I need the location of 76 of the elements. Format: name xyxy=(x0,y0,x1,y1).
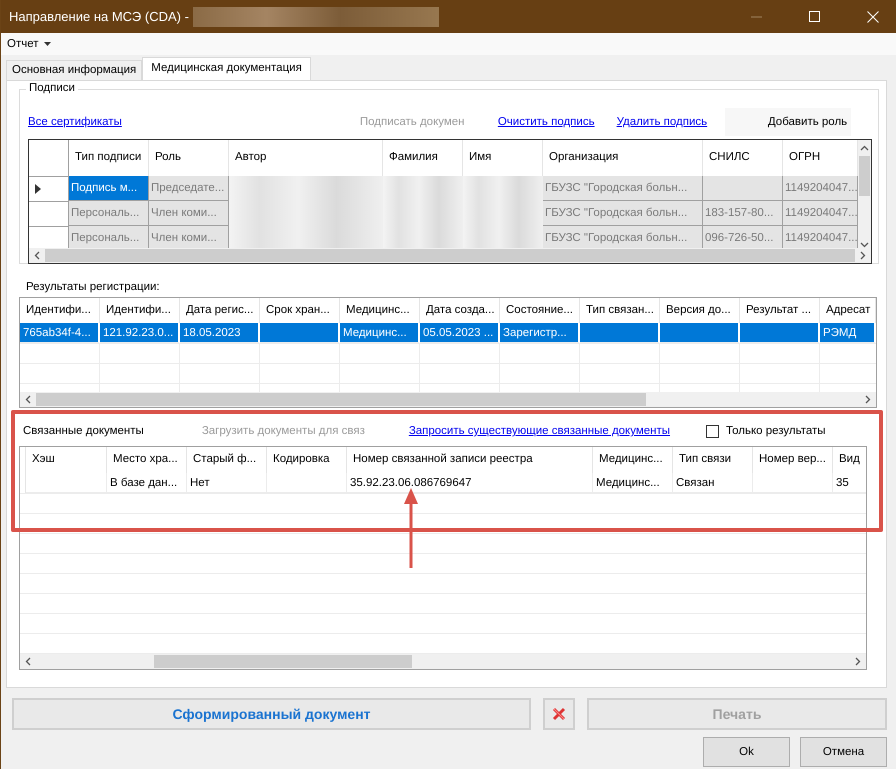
table-cell: В базе дан... xyxy=(107,473,187,493)
table-cell: 096-726-50... xyxy=(703,226,783,248)
table-cell: Зарегистр... xyxy=(500,323,580,343)
section-title: Результаты регистрации: xyxy=(25,280,161,293)
link[interactable]: Все сертификаты xyxy=(28,116,122,128)
table-cell: Медицинс... xyxy=(340,323,420,343)
column-header[interactable]: Место хра... xyxy=(107,447,187,473)
table-cell: 05.05.2023 ... xyxy=(420,323,500,343)
scroll-left-icon[interactable] xyxy=(25,657,31,666)
column-header[interactable]: Старый ф... xyxy=(187,447,267,473)
column-header[interactable]: Вид xyxy=(833,447,866,473)
scroll-thumb[interactable] xyxy=(45,249,855,262)
vertical-scrollbar[interactable] xyxy=(858,140,871,248)
link[interactable]: Удалить подпись xyxy=(616,116,708,128)
link[interactable]: Очистить подпись xyxy=(498,116,595,128)
horizontal-scrollbar[interactable] xyxy=(20,654,866,669)
column-header[interactable]: Хэш xyxy=(26,447,107,473)
scroll-right-icon[interactable] xyxy=(855,657,861,666)
table-cell: Член коми... xyxy=(149,201,229,226)
scroll-thumb[interactable] xyxy=(154,655,412,668)
link[interactable]: Запросить существующие связанные документы xyxy=(408,425,670,437)
only-results-checkbox[interactable]: Только результаты xyxy=(706,424,826,438)
table-cell: Член коми... xyxy=(149,226,229,248)
scroll-thumb[interactable] xyxy=(36,393,646,406)
cancel-button[interactable]: Отмена xyxy=(800,737,887,767)
horizontal-scrollbar[interactable] xyxy=(20,392,876,407)
cross-icon xyxy=(552,707,566,721)
table-cell: 35.92.23.06.086769647 xyxy=(347,473,593,493)
table-cell: Медицинс... xyxy=(593,473,673,493)
tab[interactable]: Медицинская документация xyxy=(142,57,311,80)
generated-document-button[interactable]: Сформированный документ xyxy=(12,698,531,730)
delete-button[interactable] xyxy=(543,698,575,730)
table-row[interactable]: 765ab34f-4... 121.92.23.0... 18.05.2023 Медицинс... 05.05.2023 ... Зарегистр... РЭМД xyxy=(20,323,876,343)
ok-button[interactable]: Ok xyxy=(703,737,790,767)
scroll-right-icon[interactable] xyxy=(865,395,871,404)
current-row-icon xyxy=(35,184,41,194)
table-cell: Персональ... xyxy=(69,226,149,248)
horizontal-scrollbar[interactable] xyxy=(29,248,871,263)
table-cell: Связан xyxy=(673,473,753,493)
column-header[interactable]: Медицинс... xyxy=(593,447,673,473)
table-cell: Нет xyxy=(187,473,267,493)
table-cell: 121.92.23.0... xyxy=(100,323,180,343)
column-header[interactable]: Номер связанной записи реестра xyxy=(347,447,593,473)
table-cell: 18.05.2023 xyxy=(180,323,260,343)
group-title: Подписи xyxy=(26,82,78,94)
table-cell: 35 xyxy=(833,473,866,493)
column-header[interactable]: Номер вер... xyxy=(753,447,833,473)
table-row[interactable]: В базе дан... Нет 35.92.23.06.086769647 Медицинс... Связан 35 xyxy=(20,473,866,493)
scroll-left-icon[interactable] xyxy=(34,251,40,260)
column-header[interactable]: Кодировка xyxy=(267,447,347,473)
table-cell: 1149204047... xyxy=(783,201,858,226)
table-cell: ГБУЗС "Городская больн... xyxy=(543,226,703,248)
maximize-icon[interactable] xyxy=(809,10,821,22)
scroll-thumb[interactable] xyxy=(859,156,870,196)
window-title: Направление на МСЭ (CDA) - xyxy=(9,9,189,24)
scroll-up-icon[interactable] xyxy=(860,145,869,151)
table-cell: ГБУЗС "Городская больн... xyxy=(543,201,703,226)
table-cell: 1149204047... xyxy=(783,176,858,201)
table-cell: 765ab34f-4... xyxy=(20,323,100,343)
scroll-left-icon[interactable] xyxy=(25,395,31,404)
caret-icon xyxy=(44,42,50,46)
table-cell: Персональ... xyxy=(69,201,149,226)
menu-item[interactable]: Отчет xyxy=(7,38,50,50)
scroll-down-icon[interactable] xyxy=(860,242,869,248)
table-cell: Председате... xyxy=(149,176,229,201)
section-title: Связанные документы xyxy=(23,425,144,437)
table-cell: РЭМД xyxy=(820,323,876,343)
close-icon[interactable] xyxy=(867,10,879,22)
scroll-right-icon[interactable] xyxy=(860,251,866,260)
add-role-button[interactable]: Добавить роль xyxy=(725,108,852,136)
table-cell: 183-157-80... xyxy=(703,201,783,226)
column-header[interactable]: Тип связи xyxy=(673,447,753,473)
tab[interactable]: Основная информация xyxy=(6,60,142,80)
table-cell: 1149204047... xyxy=(783,226,858,248)
table-cell: Подпись м... xyxy=(69,176,149,201)
table-cell: ГБУЗС "Городская больн... xyxy=(543,176,703,201)
